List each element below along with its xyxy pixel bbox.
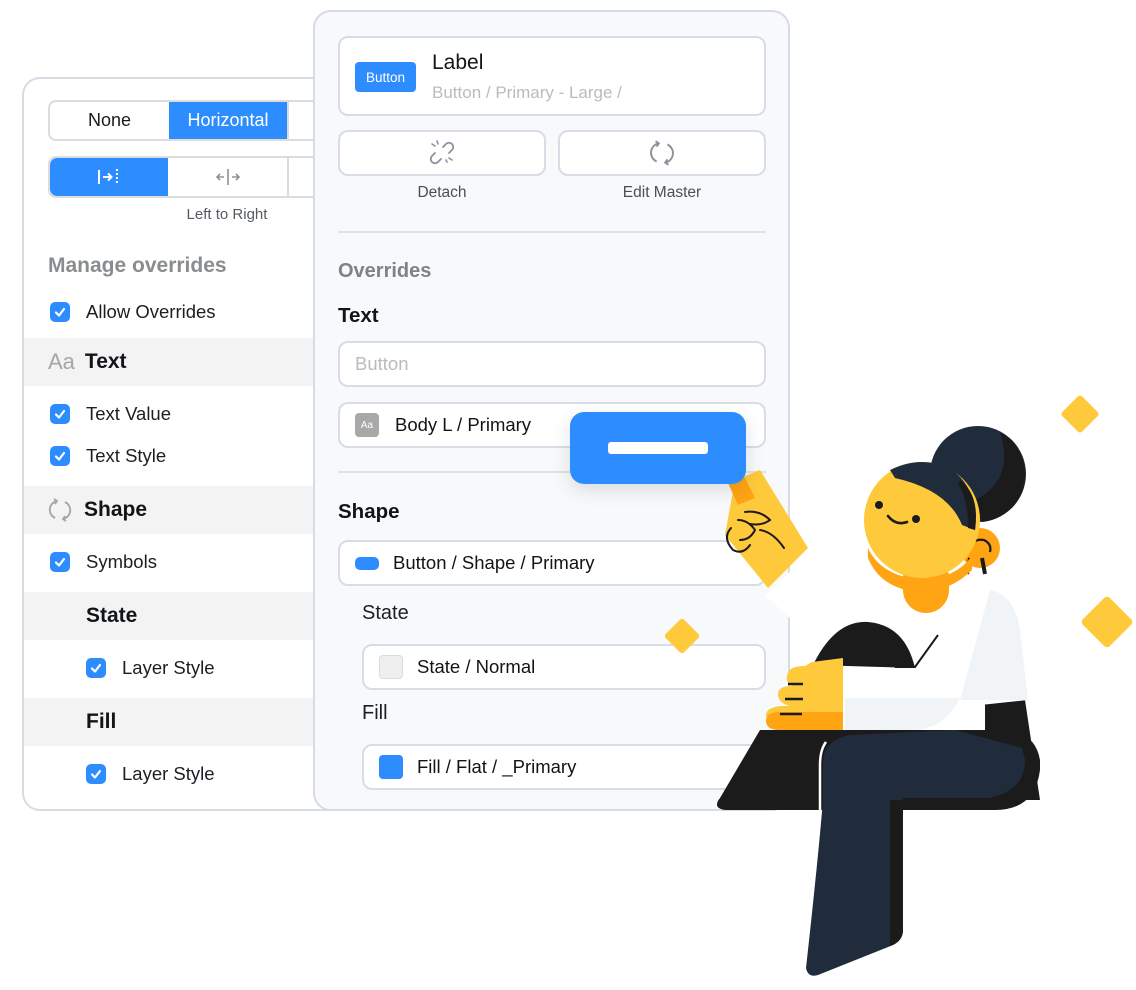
state-value: State / Normal [417, 656, 536, 677]
text-value-label: Text Value [86, 403, 172, 424]
text-style-checkbox[interactable] [50, 446, 70, 466]
symbol-inspector-panel: Button Label Button / Primary - Large / … [313, 10, 790, 811]
shirt [815, 590, 1028, 720]
text-override-input[interactable]: Button [338, 341, 766, 387]
manage-overrides-title: Manage overrides [48, 254, 227, 277]
eye [875, 501, 883, 509]
detach-button[interactable] [338, 130, 546, 176]
fill-layer-style-label: Layer Style [122, 763, 215, 784]
state-layer-style-label: Layer Style [122, 657, 215, 678]
diamond-decoration [1061, 395, 1099, 433]
shape-swatch [355, 556, 379, 570]
shape-value: Button / Shape / Primary [393, 552, 595, 573]
sync-icon [48, 498, 72, 522]
text-section-title: Text [338, 304, 379, 327]
fill-label: Fill [362, 702, 388, 724]
edit-master-label: Edit Master [622, 184, 702, 201]
state-label: State [362, 602, 409, 624]
legs [806, 730, 1025, 976]
fill-value: Fill / Flat / _Primary [417, 756, 577, 777]
state-swatch [379, 655, 403, 679]
symbol-title: Label [432, 51, 484, 74]
align-left-to-right-icon [98, 169, 118, 185]
dragged-button-symbol[interactable] [570, 412, 746, 484]
section-title-fill: Fill [86, 710, 117, 733]
checkmark-icon [90, 663, 102, 673]
laptop [813, 621, 915, 668]
face [864, 462, 980, 578]
symbols-checkbox[interactable] [50, 552, 70, 572]
direction-center-button[interactable] [168, 158, 289, 196]
fill-select[interactable]: Fill / Flat / _Primary [362, 744, 766, 790]
smile [886, 514, 909, 525]
checkmark-icon [90, 769, 102, 779]
symbols-label: Symbols [86, 551, 157, 572]
fill-swatch [379, 755, 403, 779]
hair-bun [930, 426, 1026, 522]
text-style-icon: Aa [48, 349, 75, 374]
section-title-text: Text [84, 350, 127, 373]
neck [903, 555, 949, 613]
state-layer-style-checkbox[interactable] [86, 658, 106, 678]
text-value-checkbox[interactable] [50, 404, 70, 424]
section-title-shape: Shape [84, 498, 148, 521]
unlink-icon [429, 140, 455, 165]
state-select[interactable]: State / Normal [362, 644, 766, 690]
direction-caption: Left to Right [186, 206, 268, 223]
sync-icon [650, 140, 674, 166]
text-style-value: Body L / Primary [395, 414, 532, 435]
detach-label: Detach [417, 184, 467, 201]
section-title-state: State [86, 604, 138, 627]
text-style-icon: Aa [355, 413, 379, 437]
shape-select[interactable]: Button / Shape / Primary [338, 540, 766, 586]
checkmark-icon [54, 409, 66, 419]
align-center-out-icon [215, 169, 240, 185]
symbol-card[interactable]: Button Label Button / Primary - Large / [338, 36, 766, 116]
eye [912, 515, 920, 523]
checkmark-icon [54, 307, 66, 317]
overrides-title: Overrides [338, 260, 432, 282]
layout-option-horizontal[interactable]: Horizontal [169, 102, 287, 139]
diamond-decoration [1081, 596, 1133, 648]
text-override-placeholder: Button [355, 353, 409, 374]
checkmark-icon [54, 557, 66, 567]
button-label-placeholder [608, 442, 708, 454]
symbol-badge: Button [355, 62, 416, 92]
text-style-label: Text Style [86, 445, 167, 466]
direction-left-to-right-button[interactable] [50, 158, 168, 196]
fill-layer-style-checkbox[interactable] [86, 764, 106, 784]
divider [338, 231, 766, 233]
checkmark-icon [54, 451, 66, 461]
layout-option-none[interactable]: None [50, 102, 169, 139]
allow-overrides-label: Allow Overrides [86, 301, 216, 322]
allow-overrides-checkbox[interactable] [50, 302, 70, 322]
edit-master-button[interactable] [558, 130, 766, 176]
shape-section-title: Shape [338, 500, 400, 523]
symbol-path: Button / Primary - Large / [432, 83, 622, 102]
